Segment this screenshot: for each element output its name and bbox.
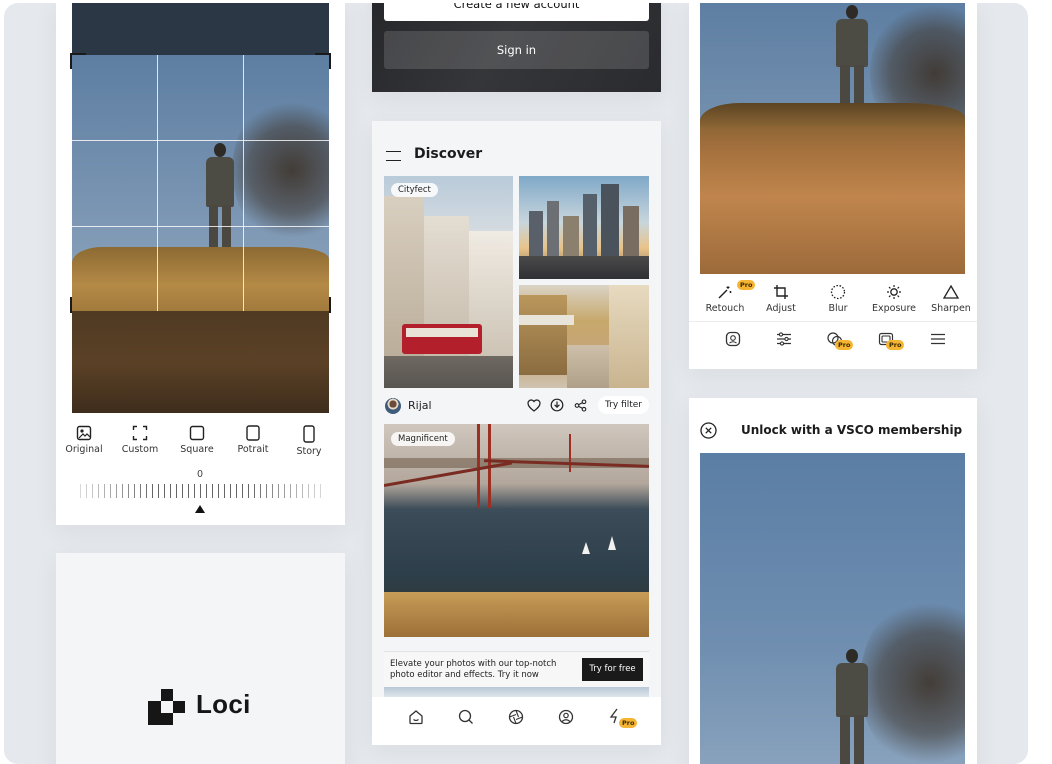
author-name[interactable]: Rijal (408, 399, 432, 412)
crop-handle-top-left[interactable] (70, 53, 86, 69)
page-title: Discover (414, 146, 483, 162)
sun-icon (887, 285, 901, 299)
home-icon[interactable] (408, 709, 424, 725)
membership-photo (700, 453, 965, 764)
photo-street[interactable] (519, 285, 649, 388)
try-free-label: Try for free (589, 664, 636, 674)
blur-icon (830, 284, 846, 300)
tool-label: Retouch (705, 303, 745, 314)
menu-icon[interactable] (386, 151, 401, 161)
showcase-canvas: Original Custom Square Potrait Story 0 L… (4, 3, 1028, 764)
pro-badge: Pro (737, 280, 756, 290)
crop-frame-icon (132, 425, 148, 441)
editor-photo (700, 3, 965, 274)
pro-badge: Pro (835, 340, 854, 350)
editor-screen: Retouch Pro Adjust Blur Exposure Sharpen… (689, 3, 977, 369)
ratio-custom[interactable]: Custom (120, 425, 160, 455)
pro-badge: Pro (619, 718, 638, 728)
ratio-original[interactable]: Original (64, 425, 104, 455)
heart-icon[interactable] (527, 399, 541, 412)
ratio-portrait[interactable]: Potrait (233, 425, 273, 455)
tool-adjust[interactable]: Adjust (759, 284, 803, 314)
image-icon (76, 425, 92, 441)
sign-in-label: Sign in (496, 43, 537, 57)
try-free-button[interactable]: Try for free (582, 658, 643, 681)
photo-canvas (70, 3, 331, 413)
tool-label: Adjust (766, 303, 796, 314)
ratio-label: Square (180, 444, 214, 455)
tool-label: Exposure (872, 303, 916, 314)
avatar[interactable] (385, 398, 401, 414)
magic-wand-icon (718, 286, 732, 299)
crop-photo (72, 55, 329, 311)
close-icon[interactable] (700, 422, 717, 439)
sliders-icon[interactable] (776, 331, 792, 347)
ratio-label: Story (296, 446, 322, 457)
ratio-label: Potrait (237, 444, 269, 455)
crop-icon (774, 285, 788, 299)
photo-skyline[interactable] (519, 176, 649, 279)
download-icon[interactable] (550, 398, 564, 412)
auth-screen: Create a new account Sign in (372, 3, 661, 92)
try-filter-label: Try filter (605, 400, 642, 410)
story-icon (303, 425, 315, 443)
ruler-pointer-icon (195, 505, 205, 513)
aperture-icon[interactable] (508, 709, 524, 725)
crop-screen: Original Custom Square Potrait Story 0 (56, 3, 345, 525)
ratio-label: Custom (121, 444, 159, 455)
photo-magnificent[interactable] (384, 424, 649, 637)
photo-cityfect[interactable] (384, 176, 513, 388)
discover-screen: Discover Cityfect Rijal Try filter Magni… (372, 121, 661, 745)
membership-title: Unlock with a VSCO membership (741, 423, 963, 437)
ratio-square[interactable]: Square (177, 425, 217, 455)
pro-badge: Pro (886, 340, 905, 350)
photo-tag: Cityfect (391, 183, 438, 197)
create-account-label: Create a new account (453, 3, 580, 11)
tool-blur[interactable]: Blur (816, 284, 860, 314)
loci-logo-icon (148, 689, 186, 725)
tool-sharpen[interactable]: Sharpen (929, 284, 973, 314)
bottom-nav: Pro (372, 697, 661, 745)
square-icon (189, 425, 205, 441)
ratio-label: Original (65, 444, 103, 455)
photo-tag: Magnificent (391, 432, 455, 446)
create-account-button[interactable]: Create a new account (384, 3, 649, 21)
share-icon[interactable] (574, 399, 587, 412)
sign-in-button[interactable]: Sign in (384, 31, 649, 69)
ratio-story[interactable]: Story (289, 425, 329, 457)
more-menu-icon[interactable] (930, 333, 946, 345)
membership-screen: Unlock with a VSCO membership (689, 398, 977, 764)
crop-handle-top-right[interactable] (315, 53, 331, 69)
tool-label: Sharpen (931, 303, 971, 314)
try-filter-button[interactable]: Try filter (598, 396, 649, 414)
tool-label: Blur (828, 303, 848, 314)
search-icon[interactable] (458, 709, 474, 725)
promo-text: Elevate your photos with our top-notch p… (390, 659, 557, 680)
profile-icon[interactable] (558, 709, 574, 725)
brand-card: Loci (56, 553, 345, 764)
tool-exposure[interactable]: Exposure (872, 284, 916, 314)
face-retouch-icon[interactable] (725, 331, 741, 347)
portrait-icon (246, 425, 260, 441)
triangle-icon (943, 284, 959, 299)
rotation-value: 0 (196, 469, 204, 480)
brand-name: Loci (196, 689, 251, 719)
